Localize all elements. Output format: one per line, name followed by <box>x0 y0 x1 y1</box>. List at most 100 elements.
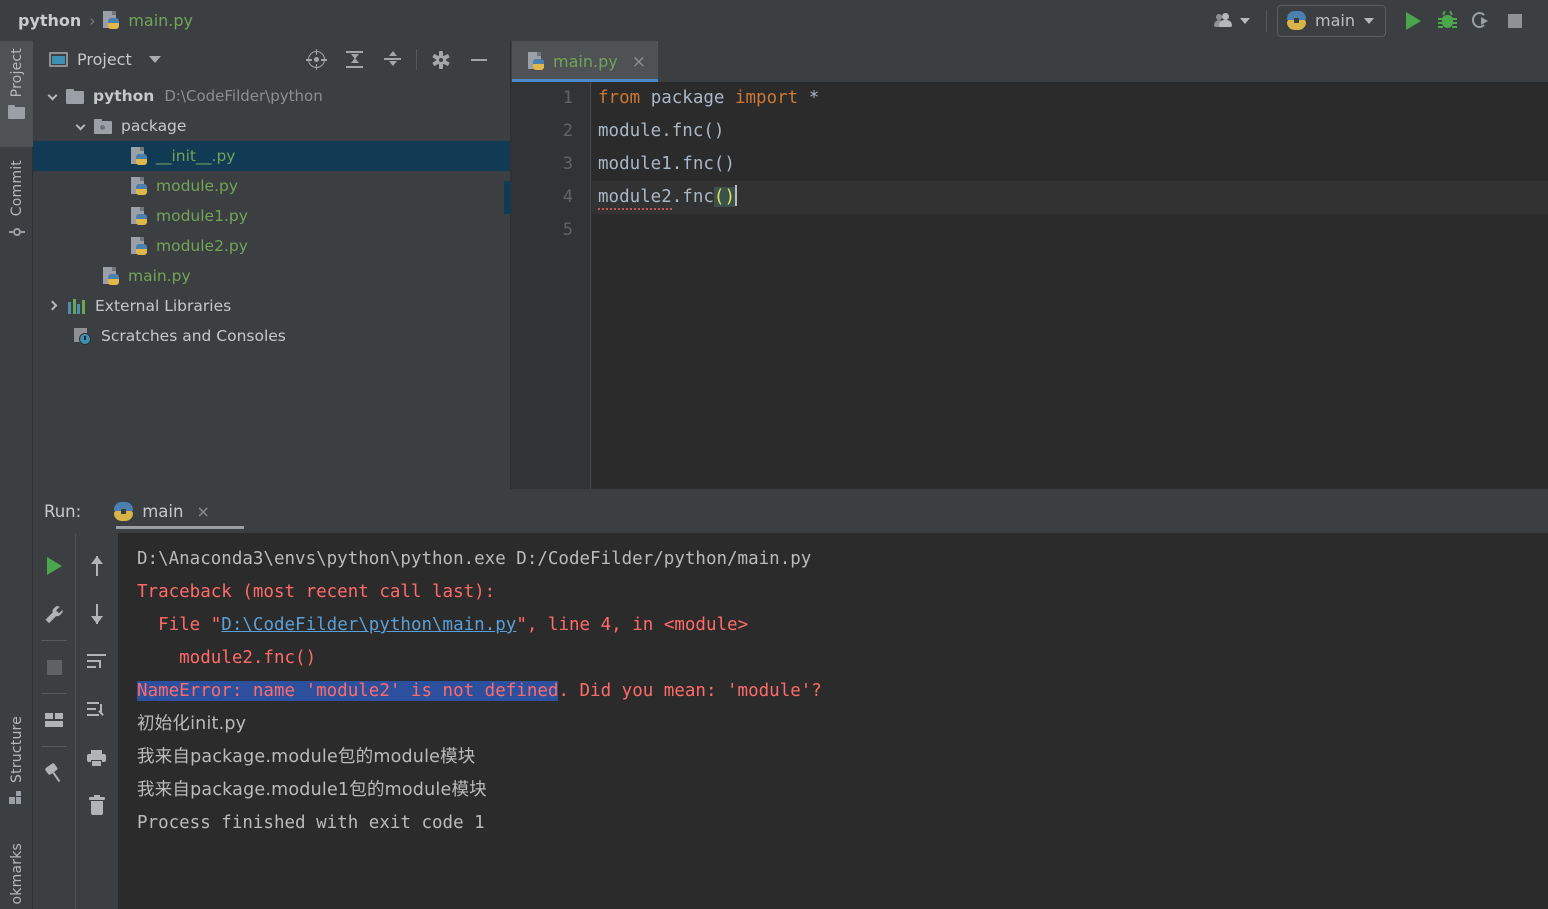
run-with-coverage-icon <box>1472 11 1490 30</box>
run-tab-main[interactable]: main × <box>108 489 245 533</box>
breadcrumb-file[interactable]: main.py <box>128 11 193 30</box>
tree-item-label: External Libraries <box>95 297 232 315</box>
editor-tab-bar: main.py × <box>511 41 1548 82</box>
run-settings-button[interactable] <box>33 590 75 638</box>
console-output[interactable]: D:\Anaconda3\envs\python\python.exe D:/C… <box>118 533 1548 909</box>
project-panel-title: Project <box>77 50 132 69</box>
chevron-down-icon[interactable] <box>148 56 161 63</box>
close-icon[interactable]: × <box>632 52 646 72</box>
scroll-to-end-button[interactable] <box>76 686 118 734</box>
tab-main-py[interactable]: main.py × <box>512 41 658 82</box>
scratches-icon <box>74 327 92 345</box>
libraries-icon <box>68 298 86 314</box>
code-line-1[interactable]: from package import * <box>592 82 1548 115</box>
toolbar-divider <box>41 746 67 747</box>
project-panel-title-group[interactable]: Project <box>33 50 161 69</box>
expand-all-button[interactable] <box>335 43 373 76</box>
code-text: module1.fnc() <box>598 154 735 174</box>
package-folder-icon <box>94 118 112 134</box>
tree-item-label: __init__.py <box>156 147 236 165</box>
code-text: module.fnc() <box>598 121 725 141</box>
keyword-import: import <box>734 88 799 108</box>
collapse-all-button[interactable] <box>373 43 411 76</box>
stop-process-button[interactable] <box>33 643 75 691</box>
chevron-down-icon[interactable] <box>47 90 60 103</box>
run-configuration-selector[interactable]: main <box>1277 4 1386 37</box>
tree-item-label: python <box>93 87 155 105</box>
console-line-file: File "D:\CodeFilder\python\main.py", lin… <box>137 609 1548 642</box>
console-line-code: module2.fnc() <box>137 648 317 668</box>
code-editor[interactable]: 1 2 3 4 5 from package import * module.f… <box>504 82 1548 489</box>
select-opened-file-button[interactable] <box>297 43 335 76</box>
stop-icon <box>46 659 62 675</box>
error-suggestion: . Did you mean: 'module'? <box>558 681 822 701</box>
python-icon <box>1287 11 1307 30</box>
code-lines[interactable]: from package import * module.fnc() modul… <box>592 82 1548 489</box>
layout-settings-button[interactable] <box>33 696 75 744</box>
code-line-3[interactable]: module1.fnc() <box>592 148 1548 181</box>
tree-item-label: main.py <box>128 267 191 285</box>
project-tree: python D:\CodeFilder\python package __in… <box>33 78 510 351</box>
sidebar-item-label: okmarks <box>8 843 25 905</box>
people-icon <box>1214 13 1236 28</box>
tree-item-module1-py[interactable]: module1.py <box>33 201 510 231</box>
console-line-output-3: 我来自package.module1包的module模块 <box>137 780 487 800</box>
rerun-button[interactable] <box>33 542 75 590</box>
run-with-coverage-button[interactable] <box>1464 4 1498 38</box>
debug-button[interactable] <box>1430 4 1464 38</box>
run-toolbar-right-column <box>75 533 117 909</box>
run-button[interactable] <box>1396 4 1430 38</box>
stop-button[interactable] <box>1498 4 1532 38</box>
chevron-down-icon[interactable] <box>75 120 88 133</box>
project-panel-header: Project <box>33 41 510 78</box>
python-file-icon <box>103 266 120 286</box>
tree-item-label: module2.py <box>156 237 248 255</box>
clear-all-button[interactable] <box>76 782 118 830</box>
pin-tab-button[interactable] <box>33 749 75 797</box>
module-name: package <box>640 88 735 108</box>
toolbar-divider <box>41 693 67 694</box>
error-message-highlight: NameError: name 'module2' is not defined <box>137 681 559 701</box>
breadcrumb-project[interactable]: python <box>18 11 81 30</box>
commit-icon <box>8 224 25 240</box>
chevron-down-icon <box>1240 17 1251 24</box>
code-line-4[interactable]: module2.fnc() <box>592 181 1548 214</box>
python-file-icon <box>131 176 148 196</box>
previous-occurrence-button[interactable] <box>76 542 118 590</box>
run-icon <box>1405 11 1421 30</box>
sidebar-item-label: Structure <box>8 716 25 783</box>
next-occurrence-button[interactable] <box>76 590 118 638</box>
tree-item-package[interactable]: package <box>33 111 510 141</box>
close-icon[interactable]: × <box>196 502 209 521</box>
line-number: 4 <box>562 187 573 207</box>
tree-item-init-py[interactable]: __init__.py <box>33 141 510 171</box>
code-text: .fnc <box>671 187 714 207</box>
run-tab-label: main <box>142 501 184 521</box>
toolbar-divider <box>1266 9 1268 32</box>
debug-icon <box>1437 10 1457 29</box>
sidebar-item-project[interactable]: Project <box>0 41 33 147</box>
account-button[interactable] <box>1206 13 1260 28</box>
tree-item-python[interactable]: python D:\CodeFilder\python <box>33 81 510 111</box>
code-line-2[interactable]: module.fnc() <box>592 115 1548 148</box>
tree-item-module2-py[interactable]: module2.py <box>33 231 510 261</box>
tree-item-module-py[interactable]: module.py <box>33 171 510 201</box>
sidebar-item-bookmarks[interactable]: okmarks <box>0 836 33 909</box>
sidebar-item-structure[interactable]: Structure <box>0 709 33 829</box>
chevron-right-icon[interactable] <box>47 300 60 313</box>
file-path-link[interactable]: D:\CodeFilder\python\main.py <box>221 615 516 635</box>
print-button[interactable] <box>76 734 118 782</box>
tree-item-main-py[interactable]: main.py <box>33 261 510 291</box>
editor-tab-label: main.py <box>553 52 618 71</box>
code-line-5[interactable] <box>592 214 1548 247</box>
sidebar-item-commit[interactable]: Commit <box>0 153 33 263</box>
console-line-output-1: 初始化init.py <box>137 714 247 734</box>
sidebar-item-label: Commit <box>8 160 25 217</box>
python-file-icon <box>131 146 148 166</box>
soft-wrap-button[interactable] <box>76 638 118 686</box>
hide-panel-button[interactable] <box>460 43 498 76</box>
project-panel: Project python D:\CodeFilder\python pack… <box>33 41 511 489</box>
settings-button[interactable] <box>422 43 460 76</box>
tree-item-external-libraries[interactable]: External Libraries <box>33 291 510 321</box>
tree-item-scratches-and-consoles[interactable]: Scratches and Consoles <box>33 321 510 351</box>
